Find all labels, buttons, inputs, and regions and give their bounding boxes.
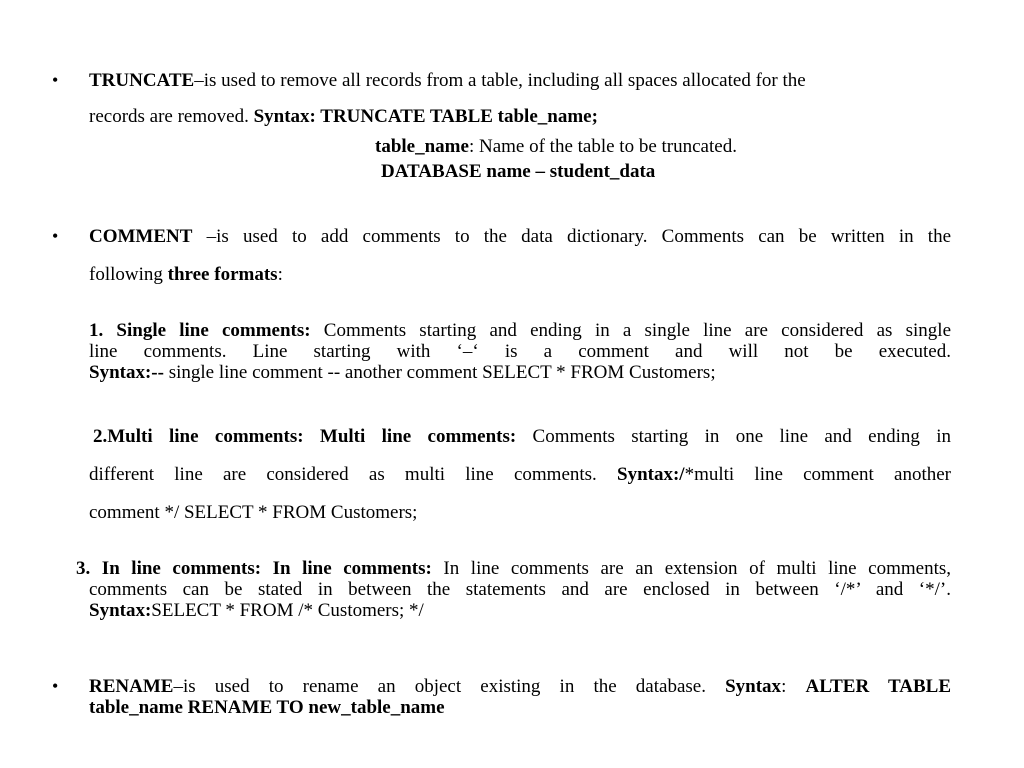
format-single-line-1: 1. Single line comments: Comments starti… (89, 320, 951, 341)
format-1-heading: 1. Single line comments: (89, 320, 311, 341)
comment-line-1: COMMENT –is used to add comments to the … (89, 226, 951, 248)
database-name: DATABASE name – student_data (381, 161, 656, 182)
format-multi-line-3: comment */ SELECT * FROM Customers; (89, 502, 417, 524)
comment-desc: –is used to add comments to the data dic… (192, 226, 951, 247)
truncate-desc-2: records are removed. (89, 106, 254, 127)
truncate-param: table_name: Name of the table to be trun… (375, 136, 737, 158)
format-2-heading: 2.Multi line comments: Multi line commen… (93, 426, 517, 447)
truncate-line-2: records are removed. Syntax: TRUNCATE TA… (89, 106, 598, 128)
comment-term: COMMENT (89, 226, 193, 247)
truncate-term: TRUNCATE (89, 70, 195, 91)
truncate-line-1: TRUNCATE–is used to remove all records f… (89, 70, 806, 92)
format-1-syntax-label: Syntax:-- (89, 362, 164, 383)
format-multi-line-2: different line are considered as multi l… (89, 464, 951, 486)
rename-syntax-label: Syntax (725, 676, 782, 697)
format-2-syntax-label: Syntax:/ (617, 464, 685, 485)
comment-line-2: following three formats: (89, 264, 283, 286)
format-3-heading: 3. In line comments: In line comments: (76, 558, 432, 579)
rename-syntax-1: ALTER TABLE (805, 676, 951, 697)
three-formats: three formats (167, 264, 278, 285)
rename-term: RENAME (89, 676, 174, 697)
rename-syntax-2: table_name RENAME TO new_table_name (89, 697, 445, 718)
comment-desc2-post: : (277, 264, 283, 285)
rename-line-2: table_name RENAME TO new_table_name (89, 697, 445, 718)
format-single-line-3: Syntax:-- single line comment -- another… (89, 362, 716, 383)
format-3-syntax-label: Syntax: (89, 600, 152, 621)
format-2-text: Comments starting in one line and ending… (516, 426, 951, 447)
rename-desc: –is used to rename an object existing in… (173, 676, 726, 697)
rename-colon: : (781, 676, 806, 697)
format-3-text-2: comments can be stated in between the st… (89, 579, 951, 600)
truncate-syntax: Syntax: TRUNCATE TABLE table_name; (253, 106, 598, 127)
bullet-icon: • (52, 70, 59, 90)
format-1-text-2: line comments. Line starting with ‘–‘ is… (89, 341, 951, 362)
format-3-syntax: SELECT * FROM /* Customers; */ (151, 600, 424, 621)
truncate-desc: –is used to remove all records from a ta… (194, 70, 806, 91)
format-inline-2: comments can be stated in between the st… (89, 579, 951, 600)
param-term: table_name (375, 136, 469, 157)
format-inline-3: Syntax:SELECT * FROM /* Customers; */ (89, 600, 424, 621)
format-inline-1: 3. In line comments: In line comments: I… (76, 558, 951, 579)
format-2-syntax: *multi line comment another (684, 464, 952, 485)
format-multi-line-1: 2.Multi line comments: Multi line commen… (93, 426, 951, 448)
rename-line-1: RENAME–is used to rename an object exist… (89, 676, 951, 697)
param-desc: : Name of the table to be truncated. (468, 136, 737, 157)
format-1-syntax: single line comment -- another comment S… (163, 362, 716, 383)
format-1-text: Comments starting and ending in a single… (310, 320, 951, 341)
format-2-text-3: comment */ SELECT * FROM Customers; (89, 502, 418, 523)
bullet-icon: • (52, 226, 59, 246)
truncate-database: DATABASE name – student_data (381, 161, 655, 183)
format-3-text: In line comments are an extension of mul… (431, 558, 951, 579)
format-2-text-2: different line are considered as multi l… (89, 464, 618, 485)
format-single-line-2: line comments. Line starting with ‘–‘ is… (89, 341, 951, 362)
bullet-icon: • (52, 676, 59, 696)
comment-desc2-pre: following (89, 264, 168, 285)
